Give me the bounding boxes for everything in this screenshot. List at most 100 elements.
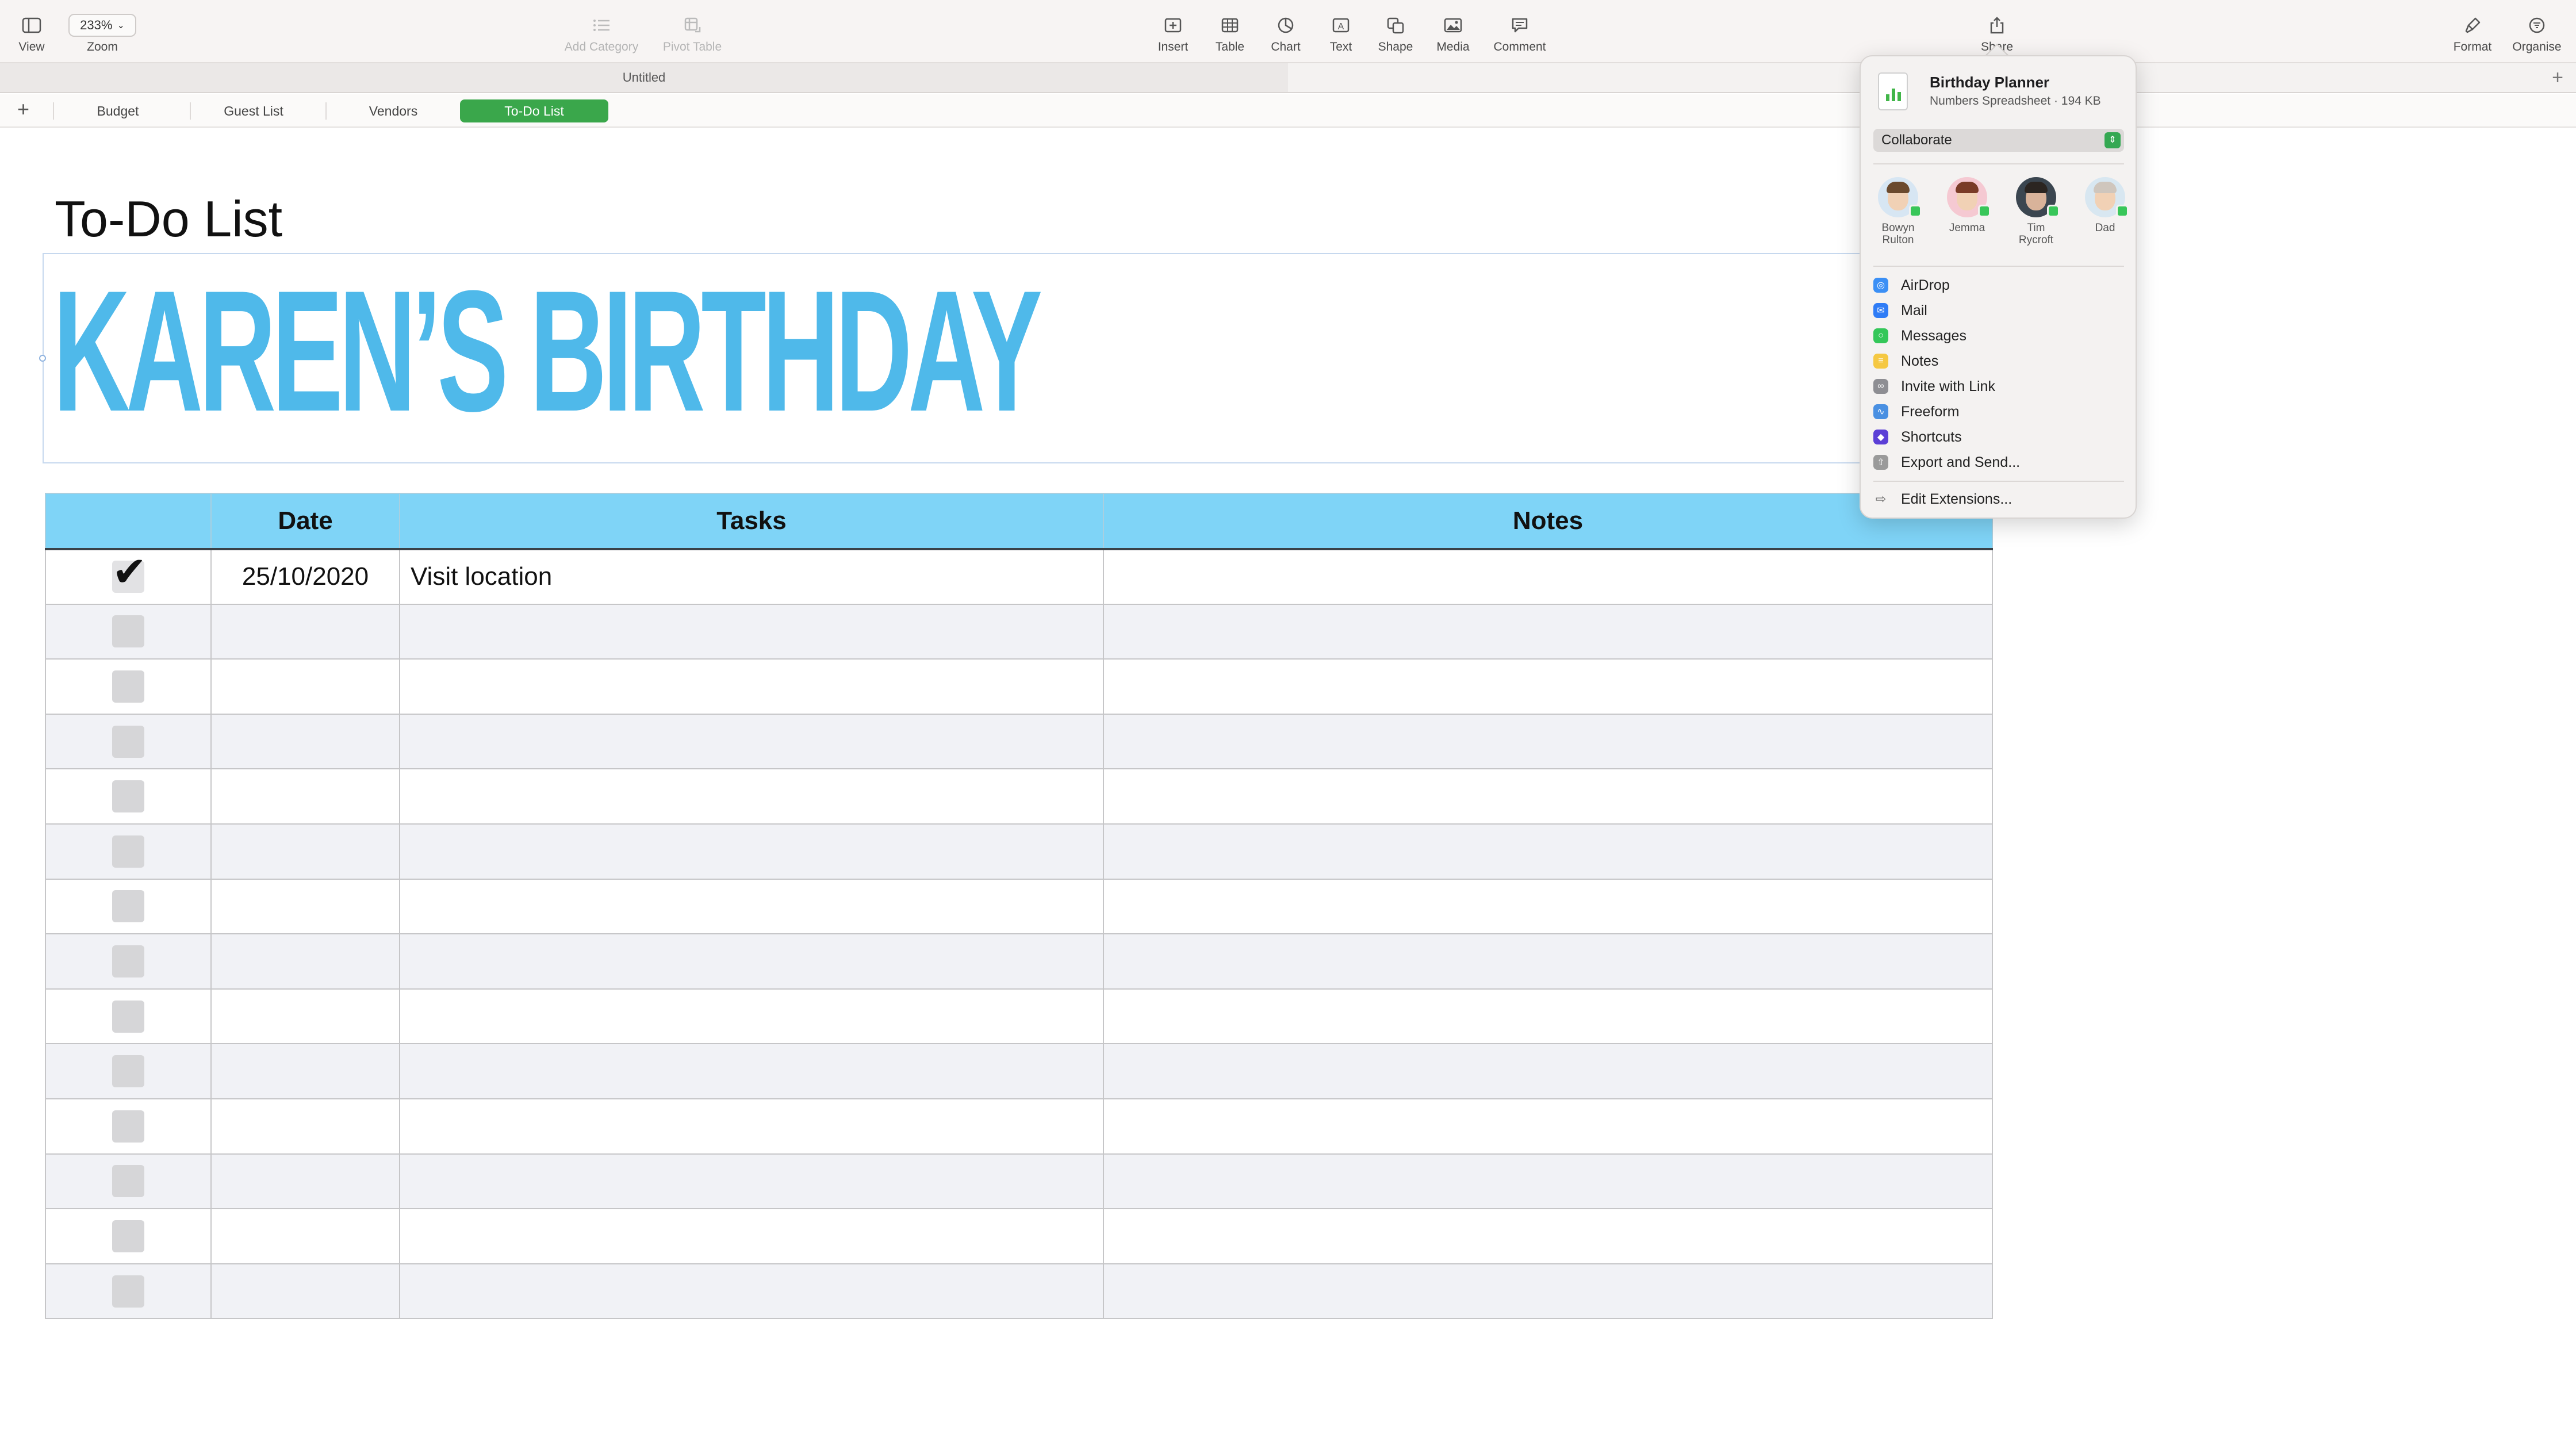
notes-cell[interactable] — [1103, 658, 1993, 715]
date-cell[interactable] — [210, 823, 400, 880]
notes-cell[interactable] — [1103, 1043, 1993, 1099]
sheet-tab-vendors[interactable]: Vendors — [337, 99, 450, 122]
task-cell[interactable] — [399, 878, 1104, 935]
pivot-table-button[interactable]: Pivot Table — [652, 13, 733, 54]
todo-table[interactable]: Date Tasks Notes ✔ 25/10/2020 Visit loca… — [45, 493, 1993, 1320]
checkbox-cell[interactable] — [45, 1098, 212, 1155]
collaborate-popup[interactable]: Collaborate ⇕ — [1873, 129, 2124, 152]
date-cell[interactable] — [210, 1098, 400, 1155]
new-tab-plus-icon[interactable]: + — [2552, 68, 2563, 87]
zoom-popup[interactable]: 233% ⌄ — [68, 14, 136, 37]
date-cell[interactable] — [210, 603, 400, 660]
comment-button[interactable]: Comment — [1479, 13, 1560, 54]
date-cell[interactable] — [210, 1043, 400, 1099]
checkbox-cell[interactable] — [45, 823, 212, 880]
date-cell[interactable] — [210, 933, 400, 990]
checkbox-unchecked[interactable] — [112, 890, 144, 923]
notes-cell[interactable] — [1103, 823, 1993, 880]
notes-cell[interactable] — [1103, 549, 1993, 605]
date-cell[interactable] — [210, 878, 400, 935]
share-option-export-and-send[interactable]: ⇧ Export and Send... — [1873, 451, 2124, 474]
notes-cell[interactable] — [1103, 1263, 1993, 1320]
task-cell[interactable] — [399, 933, 1104, 990]
notes-cell[interactable] — [1103, 713, 1993, 770]
date-cell[interactable] — [210, 1153, 400, 1210]
header-tasks[interactable]: Tasks — [399, 493, 1104, 550]
add-category-button[interactable]: Add Category — [561, 13, 642, 54]
notes-cell[interactable] — [1103, 1208, 1993, 1264]
checkbox-unchecked[interactable] — [112, 1275, 144, 1308]
view-button[interactable]: View — [0, 13, 72, 54]
person-dad[interactable]: Dad — [2073, 177, 2137, 234]
share-option-mail[interactable]: ✉ Mail — [1873, 299, 2124, 322]
sheet-tab-guest-list[interactable]: Guest List — [199, 99, 308, 122]
checkbox-cell[interactable] — [45, 658, 212, 715]
notes-cell[interactable] — [1103, 878, 1993, 935]
person-jemma[interactable]: Jemma — [1935, 177, 1999, 234]
date-cell[interactable] — [210, 988, 400, 1045]
date-cell[interactable] — [210, 1263, 400, 1320]
notes-cell[interactable] — [1103, 988, 1993, 1045]
person-bowyn-rulton[interactable]: Bowyn Rulton — [1866, 177, 1930, 246]
banner-title[interactable]: KAREN’S BIRTHDAY — [53, 264, 1042, 437]
date-cell[interactable] — [210, 713, 400, 770]
checkbox-cell[interactable] — [45, 933, 212, 990]
task-cell[interactable] — [399, 1043, 1104, 1099]
date-cell[interactable] — [210, 658, 400, 715]
task-cell[interactable] — [399, 603, 1104, 660]
share-option-airdrop[interactable]: ◎ AirDrop — [1873, 274, 2124, 297]
checkbox-cell[interactable] — [45, 1263, 212, 1320]
task-cell[interactable] — [399, 768, 1104, 825]
checkbox-unchecked[interactable] — [112, 615, 144, 648]
checkbox-unchecked[interactable] — [112, 1055, 144, 1088]
checkbox-unchecked[interactable] — [112, 1110, 144, 1143]
checkbox-cell[interactable] — [45, 1208, 212, 1264]
task-cell[interactable] — [399, 1208, 1104, 1264]
checkbox-cell[interactable] — [45, 713, 212, 770]
notes-cell[interactable] — [1103, 1153, 1993, 1210]
header-date[interactable]: Date — [210, 493, 400, 550]
checkbox-unchecked[interactable] — [112, 780, 144, 813]
sheet-tab-budget[interactable]: Budget — [64, 99, 171, 122]
checkbox-cell[interactable] — [45, 603, 212, 660]
task-cell[interactable] — [399, 988, 1104, 1045]
share-option-messages[interactable]: ○ Messages — [1873, 324, 2124, 347]
notes-cell[interactable] — [1103, 768, 1993, 825]
checkbox-cell[interactable]: ✔ — [45, 549, 212, 605]
checkbox-unchecked[interactable] — [112, 835, 144, 868]
checkbox-unchecked[interactable] — [112, 725, 144, 758]
task-cell[interactable] — [399, 823, 1104, 880]
header-checkbox-column[interactable] — [45, 493, 212, 550]
checkbox-cell[interactable] — [45, 1043, 212, 1099]
notes-cell[interactable] — [1103, 603, 1993, 660]
task-cell[interactable] — [399, 1098, 1104, 1155]
share-option-freeform[interactable]: ∿ Freeform — [1873, 400, 2124, 423]
task-cell[interactable] — [399, 1153, 1104, 1210]
notes-cell[interactable] — [1103, 1098, 1993, 1155]
zoom-control[interactable]: 233% ⌄ Zoom — [62, 13, 143, 54]
task-cell[interactable] — [399, 658, 1104, 715]
share-option-shortcuts[interactable]: ◆ Shortcuts — [1873, 425, 2124, 448]
date-cell[interactable] — [210, 768, 400, 825]
checkbox-unchecked[interactable] — [112, 945, 144, 977]
selection-handle[interactable] — [39, 355, 46, 362]
checkbox-cell[interactable] — [45, 988, 212, 1045]
checkbox-unchecked[interactable] — [112, 1000, 144, 1033]
edit-extensions-button[interactable]: ⇨ Edit Extensions... — [1873, 488, 2124, 511]
task-cell[interactable] — [399, 1263, 1104, 1320]
add-sheet-plus-icon[interactable]: + — [17, 99, 29, 120]
person-tim-rycroft[interactable]: Tim Rycroft — [2004, 177, 2068, 246]
checkbox-cell[interactable] — [45, 878, 212, 935]
notes-cell[interactable] — [1103, 933, 1993, 990]
task-cell[interactable] — [399, 713, 1104, 770]
share-option-notes[interactable]: ≡ Notes — [1873, 350, 2124, 373]
sheet-title[interactable]: To-Do List — [55, 190, 282, 248]
checkbox-cell[interactable] — [45, 768, 212, 825]
task-cell[interactable]: Visit location — [399, 549, 1104, 605]
checkbox-cell[interactable] — [45, 1153, 212, 1210]
date-cell[interactable]: 25/10/2020 — [210, 549, 400, 605]
sheet-tab-to-do-list[interactable]: To-Do List — [460, 99, 608, 122]
checkbox-checked[interactable]: ✔ — [112, 551, 147, 593]
organise-button[interactable]: Organise — [2497, 13, 2576, 54]
date-cell[interactable] — [210, 1208, 400, 1264]
